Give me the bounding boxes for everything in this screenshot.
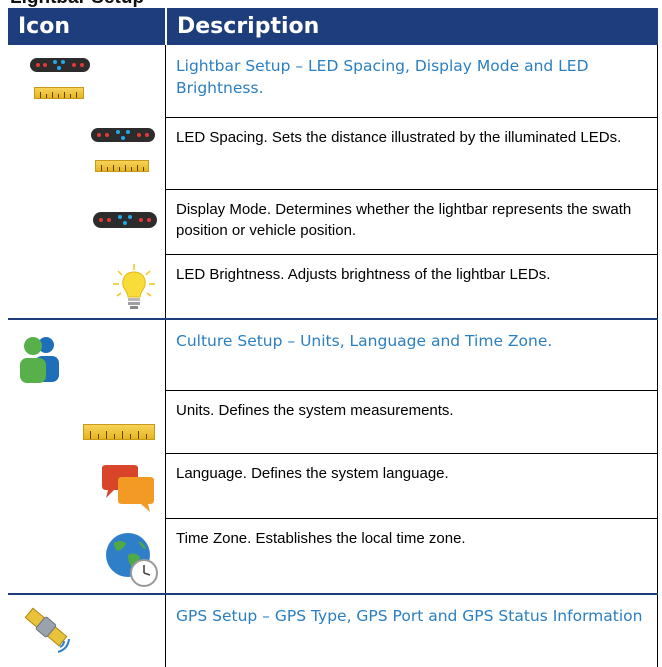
icon-cell	[8, 391, 165, 453]
speech-bubbles-icon	[102, 465, 154, 512]
lightbar-with-ruler-icon	[30, 58, 90, 104]
row-description: Display Mode. Determines whether the lig…	[165, 190, 658, 254]
icon-cell	[8, 118, 165, 189]
header-icon-column: Icon	[8, 8, 165, 45]
item-row-language: Language. Defines the system language.	[8, 454, 658, 518]
row-description: Units. Defines the system measurements.	[165, 391, 658, 453]
row-description: LED Brightness. Adjusts brightness of th…	[165, 255, 658, 318]
row-description: GPS Setup – GPS Type, GPS Port and GPS S…	[165, 595, 658, 667]
icon-cell	[8, 320, 165, 390]
icon-cell	[8, 519, 165, 593]
item-row-time-zone: Time Zone. Establishes the local time zo…	[8, 519, 658, 593]
icon-cell	[8, 255, 165, 318]
header-description-column: Description	[167, 8, 658, 45]
users-icon	[20, 337, 59, 383]
lightbar-icon	[93, 212, 157, 228]
icon-cell	[8, 45, 165, 117]
item-row-display-mode: Display Mode. Determines whether the lig…	[8, 190, 658, 254]
row-description: Language. Defines the system language.	[165, 454, 658, 518]
icon-cell	[8, 190, 165, 254]
row-description: Lightbar Setup – LED Spacing, Display Mo…	[165, 45, 658, 117]
settings-table: Lightbar Setup Icon Description Lightbar…	[8, 0, 658, 667]
section-row-culture-setup: Culture Setup – Units, Language and Time…	[8, 320, 658, 390]
item-row-led-spacing: LED Spacing. Sets the distance illustrat…	[8, 118, 658, 189]
gps-satellite-icon	[24, 607, 70, 653]
row-description: Time Zone. Establishes the local time zo…	[165, 519, 658, 593]
icon-cell	[8, 595, 165, 667]
ruler-icon	[83, 424, 155, 440]
row-description: LED Spacing. Sets the distance illustrat…	[165, 118, 658, 189]
lightbulb-icon	[113, 264, 155, 309]
item-row-led-brightness: LED Brightness. Adjusts brightness of th…	[8, 255, 658, 318]
item-row-units: Units. Defines the system measurements.	[8, 391, 658, 453]
icon-cell	[8, 454, 165, 518]
lightbar-with-ruler-icon	[85, 128, 157, 178]
page-heading-clipped: Lightbar Setup	[8, 0, 658, 8]
section-row-gps-setup: GPS Setup – GPS Type, GPS Port and GPS S…	[8, 595, 658, 667]
globe-clock-icon	[106, 533, 158, 587]
section-row-lightbar-setup: Lightbar Setup – LED Spacing, Display Mo…	[8, 45, 658, 117]
row-description: Culture Setup – Units, Language and Time…	[165, 320, 658, 390]
